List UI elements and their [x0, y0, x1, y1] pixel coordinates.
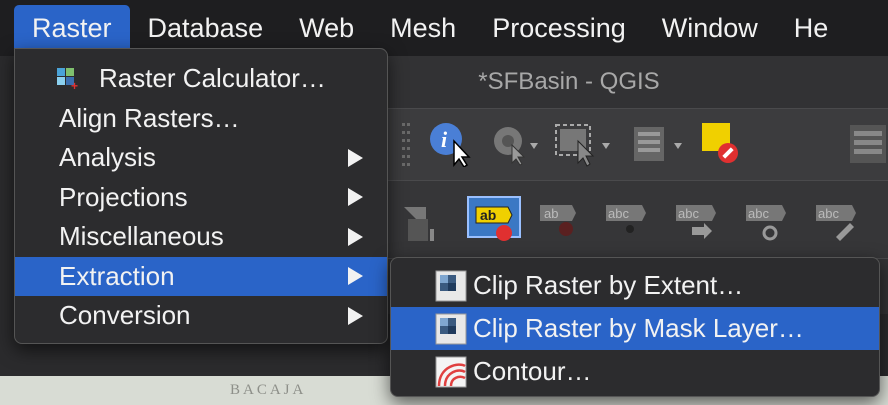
svg-text:abc: abc	[818, 206, 839, 221]
map-place-label: BACAJA	[230, 382, 307, 398]
diagram-label-icon[interactable]: ab	[536, 195, 586, 247]
menu-item-align-rasters[interactable]: Align Rasters…	[15, 99, 387, 139]
menubar-help[interactable]: He	[776, 5, 847, 51]
raster-calculator-icon: +	[57, 68, 78, 92]
toolbar-labels: ab ab abc abc abc abc	[380, 180, 888, 259]
submenu-item-contour[interactable]: Contour…	[391, 350, 879, 393]
menu-item-label: Projections	[59, 181, 188, 212]
rotate-label-icon[interactable]: abc	[742, 195, 792, 247]
submenu-arrow-icon	[348, 148, 363, 167]
svg-text:ab: ab	[544, 206, 558, 221]
menu-item-raster-calculator[interactable]: + Raster Calculator…	[15, 59, 387, 99]
menu-item-label: Align Rasters…	[59, 102, 240, 133]
pin-labels-icon[interactable]: abc	[602, 195, 652, 247]
submenu-item-clip-by-extent[interactable]: Clip Raster by Extent…	[391, 264, 879, 307]
menubar-window[interactable]: Window	[644, 5, 776, 51]
attribute-table-icon[interactable]	[630, 123, 690, 167]
submenu-item-label: Clip Raster by Mask Layer…	[473, 313, 804, 343]
submenu-arrow-icon	[348, 306, 363, 325]
menu-item-label: Extraction	[59, 260, 175, 291]
clip-mask-icon	[435, 313, 467, 344]
extraction-submenu: Clip Raster by Extent… Clip Raster by Ma…	[390, 257, 880, 397]
submenu-arrow-icon	[348, 267, 363, 286]
submenu-item-label: Clip Raster by Extent…	[473, 270, 744, 300]
submenu-arrow-icon	[348, 227, 363, 246]
svg-text:abc: abc	[748, 206, 769, 221]
layer-styling-icon[interactable]	[400, 201, 444, 245]
change-label-icon[interactable]: abc	[812, 195, 862, 247]
deselect-all-icon[interactable]	[698, 119, 744, 169]
menu-item-label: Miscellaneous	[59, 221, 224, 252]
raster-menu: + Raster Calculator… Align Rasters… Anal…	[14, 48, 388, 344]
select-features-icon[interactable]	[552, 121, 622, 167]
menubar-web[interactable]: Web	[281, 5, 372, 51]
menubar-raster[interactable]: Raster	[14, 5, 130, 51]
menubar-processing[interactable]: Processing	[474, 5, 644, 51]
menu-item-analysis[interactable]: Analysis	[15, 138, 387, 178]
svg-text:i: i	[441, 127, 448, 152]
menu-item-miscellaneous[interactable]: Miscellaneous	[15, 217, 387, 257]
run-action-icon[interactable]	[490, 123, 540, 167]
menu-item-label: Raster Calculator…	[99, 63, 326, 94]
menu-item-label: Conversion	[59, 300, 191, 331]
svg-text:ab: ab	[480, 207, 496, 223]
clip-extent-icon	[435, 270, 467, 301]
submenu-arrow-icon	[348, 188, 363, 207]
label-tool-icon[interactable]: ab	[466, 193, 522, 247]
open-table-icon[interactable]	[848, 119, 888, 169]
toolbar-grip-icon	[402, 123, 410, 166]
svg-text:abc: abc	[678, 206, 699, 221]
window-title: *SFBasin - QGIS	[380, 56, 888, 108]
svg-text:+: +	[71, 79, 78, 92]
move-label-icon[interactable]: abc	[672, 195, 722, 247]
menu-item-projections[interactable]: Projections	[15, 178, 387, 218]
menubar-mesh[interactable]: Mesh	[372, 5, 474, 51]
toolbar-attributes: i	[380, 108, 888, 181]
menu-item-extraction[interactable]: Extraction	[15, 256, 387, 296]
menubar-database[interactable]: Database	[130, 5, 282, 51]
menu-item-conversion[interactable]: Conversion	[15, 296, 387, 336]
svg-text:abc: abc	[608, 206, 629, 221]
submenu-item-clip-by-mask[interactable]: Clip Raster by Mask Layer…	[391, 307, 879, 350]
submenu-item-label: Contour…	[473, 356, 592, 386]
identify-features-icon[interactable]: i	[428, 121, 474, 167]
contour-icon	[435, 356, 467, 387]
menu-item-label: Analysis	[59, 142, 156, 173]
